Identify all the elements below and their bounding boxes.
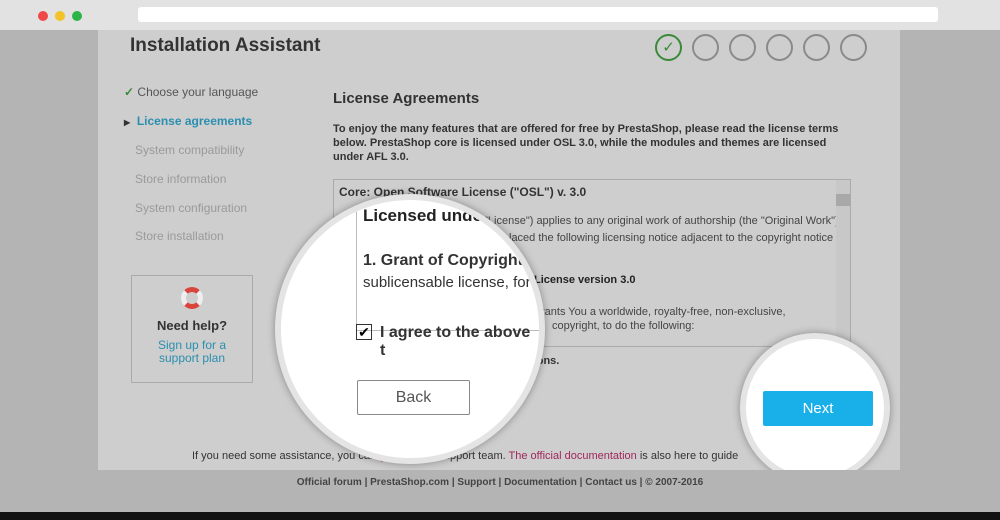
sidebar-item-config: System configuration (135, 201, 248, 215)
check-icon: ✓ (124, 85, 135, 99)
next-button[interactable]: Next (763, 391, 873, 426)
magnifier-left: Licensed unde 1. Grant of Copyright . su… (275, 194, 545, 464)
bottom-bar (0, 512, 1000, 520)
step-3 (729, 34, 756, 61)
mag-text: 1. Grant of Copyright . (363, 252, 532, 269)
sidebar-item-license[interactable]: ▶ License agreements (124, 114, 252, 128)
maximize-dot[interactable] (72, 11, 82, 21)
page-title: Installation Assistant (130, 35, 321, 56)
help-box: Need help? Sign up for a support plan (131, 275, 253, 383)
help-title: Need help? (156, 318, 228, 333)
label: Choose your language (137, 85, 259, 99)
label: License agreements (136, 114, 253, 128)
footer-links[interactable]: Official forum | PrestaShop.com | Suppor… (0, 470, 1000, 512)
scrollbar[interactable] (836, 180, 850, 346)
license-text: rants You a worldwide, royalty-free, non… (541, 306, 786, 318)
sidebar-item-install: Store installation (135, 229, 224, 243)
section-heading: License Agreements (333, 90, 480, 107)
support-plan-link[interactable]: Sign up for a support plan (150, 339, 234, 365)
sidebar-item-compat: System compatibility (135, 143, 245, 157)
browser-chrome (0, 0, 1000, 30)
sidebar-item-store-info: Store information (135, 172, 227, 186)
documentation-link[interactable]: The official documentation (509, 450, 637, 462)
mag-text: sublicensable license, for (363, 274, 531, 291)
mag-text: Licensed unde (363, 206, 483, 225)
address-bar[interactable] (138, 7, 938, 22)
arrow-icon: ▶ (124, 118, 131, 127)
sidebar-item-language[interactable]: ✓ Choose your language (124, 85, 258, 99)
license-text: copyright, to do the following: (552, 320, 695, 332)
license-text: License version 3.0 (534, 274, 636, 286)
step-5 (803, 34, 830, 61)
agree-checkbox[interactable]: ✔ (356, 324, 372, 340)
lifebuoy-icon (181, 287, 203, 309)
back-button[interactable]: Back (357, 380, 470, 415)
step-4 (766, 34, 793, 61)
close-dot[interactable] (38, 11, 48, 21)
minimize-dot[interactable] (55, 11, 65, 21)
step-1-done-icon: ✓ (655, 34, 682, 61)
intro-text: To enjoy the many features that are offe… (333, 123, 839, 163)
step-6 (840, 34, 867, 61)
agree-label[interactable]: I agree to the above t (380, 324, 539, 360)
step-2 (692, 34, 719, 61)
license-text: laced the following licensing notice adj… (509, 232, 849, 244)
scroll-thumb[interactable] (836, 194, 850, 206)
license-title: Core: Open Software License ("OSL") v. 3… (339, 185, 587, 199)
